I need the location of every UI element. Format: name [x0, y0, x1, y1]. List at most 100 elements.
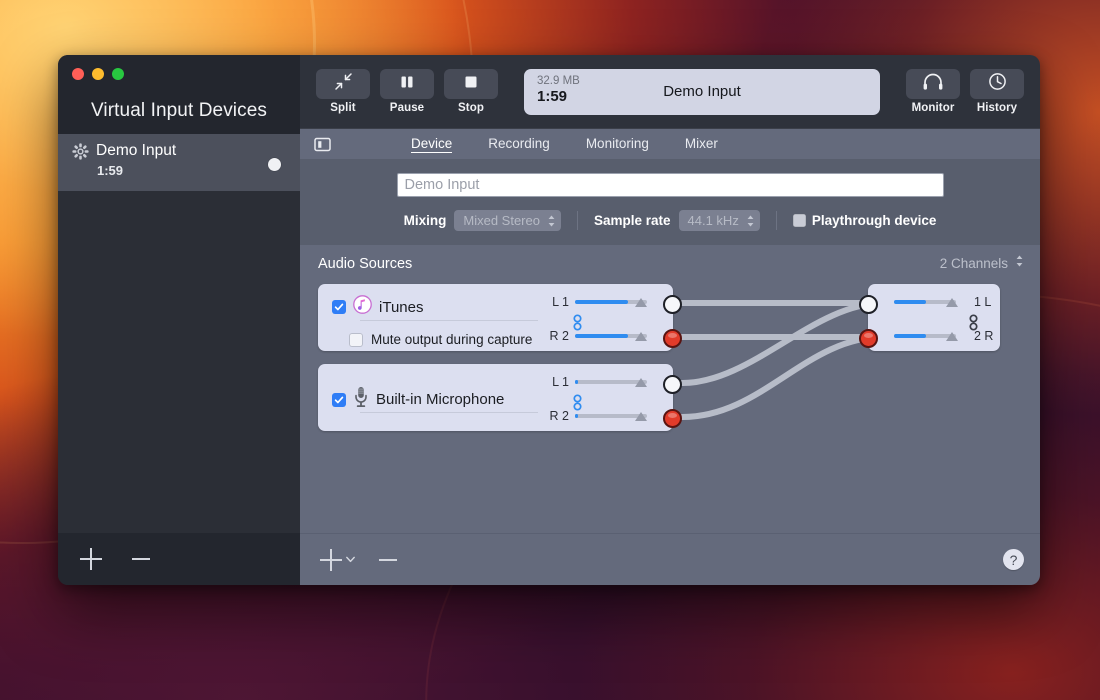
microphone-icon: [353, 386, 369, 413]
device-options-row: Mixing Mixed Stereo Sample rate: [300, 210, 1040, 231]
desktop-background: Virtual Input Devices: [0, 0, 1100, 700]
microphone-slider-row-r: R 2: [545, 408, 665, 424]
split-button-label: Split: [330, 102, 355, 114]
traffic-lights: [72, 68, 124, 80]
application-window: Virtual Input Devices: [58, 55, 1040, 585]
audio-sources-title: Audio Sources: [318, 256, 412, 272]
itunes-slider-row-r: R 2: [545, 328, 665, 344]
history-button-label: History: [977, 102, 1017, 114]
tab-mixer[interactable]: Mixer: [685, 136, 718, 153]
minimize-window-button[interactable]: [92, 68, 104, 80]
output-channel-label-l: 1 L: [974, 295, 991, 309]
split-icon: [334, 72, 353, 96]
microphone-volume-slider-l[interactable]: [575, 374, 659, 390]
plus-icon: [320, 549, 342, 571]
toolbar: Split Pause: [300, 55, 1040, 128]
channels-select-value: 2 Channels: [940, 256, 1008, 271]
status-elapsed-time: 1:59: [537, 88, 580, 105]
window-title: Virtual Input Devices: [58, 100, 300, 128]
mixing-select[interactable]: Mixed Stereo: [454, 210, 561, 231]
history-button[interactable]: History: [970, 69, 1024, 114]
monitor-button-label: Monitor: [912, 102, 955, 114]
pause-button[interactable]: Pause: [380, 69, 434, 114]
mixing-select-value: Mixed Stereo: [463, 213, 540, 228]
minus-icon: [377, 549, 399, 571]
channels-select[interactable]: 2 Channels: [940, 254, 1024, 273]
audio-source-card-microphone[interactable]: Built-in Microphone L 1: [318, 364, 673, 431]
split-button[interactable]: Split: [316, 69, 370, 114]
itunes-card-divider: [360, 320, 538, 321]
help-button[interactable]: ?: [1003, 549, 1024, 570]
audio-source-card-itunes[interactable]: iTunes Mute output during capture: [318, 284, 673, 351]
microphone-card-title: Built-in Microphone: [376, 391, 504, 408]
cable-mic-l-to-out-l: [682, 303, 883, 383]
tab-device[interactable]: Device: [411, 136, 452, 153]
microphone-card-divider: [360, 412, 538, 413]
itunes-enabled-checkbox[interactable]: [332, 300, 346, 314]
microphone-channel-label-l: L 1: [545, 375, 569, 389]
sample-rate-select-value: 44.1 kHz: [688, 213, 739, 228]
itunes-volume-slider-r[interactable]: [575, 328, 659, 344]
tabs: Device Recording Monitoring Mixer: [411, 136, 718, 153]
remove-device-button[interactable]: [130, 548, 152, 570]
sidebar-item-name: Demo Input: [96, 142, 176, 160]
status-display[interactable]: 32.9 MB 1:59 Demo Input: [524, 69, 880, 115]
stop-button[interactable]: Stop: [444, 69, 498, 114]
status-device-name: Demo Input: [663, 83, 741, 100]
device-settings-form: Demo Input Mixing Mixed Stereo: [300, 159, 1040, 245]
audio-sources-section: Audio Sources 2 Channels: [300, 245, 1040, 533]
device-name-placeholder: Demo Input: [405, 177, 480, 193]
status-metrics: 32.9 MB 1:59: [537, 75, 580, 105]
itunes-icon: [353, 295, 372, 319]
microphone-volume-slider-r[interactable]: [575, 408, 659, 424]
itunes-mute-checkbox[interactable]: [349, 333, 363, 347]
tab-recording[interactable]: Recording: [488, 136, 550, 153]
monitor-button[interactable]: Monitor: [906, 69, 960, 114]
output-volume-slider-l[interactable]: [894, 294, 968, 310]
playthrough-device-checkbox[interactable]: Playthrough device: [793, 213, 937, 228]
audio-sources-header: Audio Sources 2 Channels: [300, 245, 1040, 273]
close-window-button[interactable]: [72, 68, 84, 80]
output-volume-slider-r[interactable]: [894, 328, 968, 344]
device-name-input[interactable]: Demo Input: [397, 173, 944, 197]
cable-mic-r-to-out-r: [682, 337, 883, 417]
add-source-button[interactable]: [320, 549, 355, 571]
itunes-output-port-r[interactable]: [663, 329, 682, 348]
microphone-output-port-l[interactable]: [663, 375, 682, 394]
output-row-r: 2 R: [894, 328, 998, 344]
sidebar-item-time: 1:59: [97, 163, 288, 178]
tab-bar: Device Recording Monitoring Mixer: [300, 128, 1040, 159]
itunes-card-left: iTunes Mute output during capture: [318, 284, 546, 351]
itunes-channel-label-r: R 2: [545, 329, 569, 343]
bottom-toolbar-left: [320, 549, 399, 571]
mixing-label: Mixing: [404, 213, 447, 228]
tab-monitoring[interactable]: Monitoring: [586, 136, 649, 153]
toolbar-right-controls: Monitor History: [906, 69, 1024, 114]
gear-icon: [72, 143, 89, 160]
output-input-port-l[interactable]: [859, 295, 878, 314]
microphone-output-port-r[interactable]: [663, 409, 682, 428]
sidebar-item-demo-input[interactable]: Demo Input 1:59: [58, 134, 300, 191]
main-pane: Split Pause: [300, 55, 1040, 585]
maximize-window-button[interactable]: [112, 68, 124, 80]
microphone-channel-label-r: R 2: [545, 409, 569, 423]
add-device-button[interactable]: [80, 548, 102, 570]
device-list: Demo Input 1:59: [58, 134, 300, 533]
itunes-output-port-l[interactable]: [663, 295, 682, 314]
remove-source-button[interactable]: [377, 549, 399, 571]
sample-rate-select[interactable]: 44.1 kHz: [679, 210, 760, 231]
sidebar-footer: [58, 533, 300, 585]
output-input-port-r[interactable]: [859, 329, 878, 348]
itunes-channel-label-l: L 1: [545, 295, 569, 309]
sidebar-toggle-icon[interactable]: [314, 136, 331, 153]
itunes-volume-slider-l[interactable]: [575, 294, 659, 310]
sidebar-titlebar: Virtual Input Devices: [58, 55, 300, 134]
chevron-down-icon: [346, 556, 355, 563]
recording-indicator-dot: [268, 158, 281, 171]
routing-graph: iTunes Mute output during capture: [300, 282, 1040, 452]
playthrough-device-label: Playthrough device: [812, 213, 937, 228]
microphone-enabled-checkbox[interactable]: [332, 393, 346, 407]
device-output-card[interactable]: 1 L: [868, 284, 1000, 351]
checkbox-unchecked-icon: [793, 214, 806, 227]
chevron-updown-icon: [1015, 254, 1024, 273]
